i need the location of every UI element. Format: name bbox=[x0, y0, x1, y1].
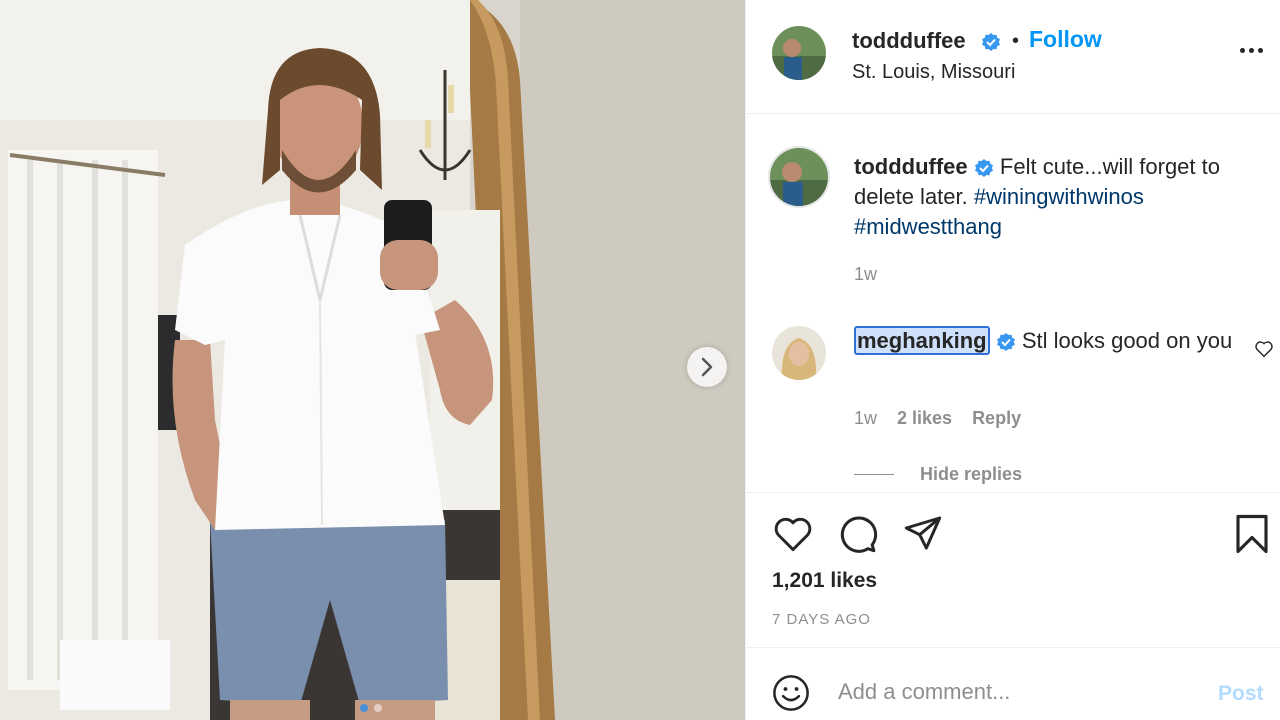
add-comment-bar: Post bbox=[746, 647, 1280, 720]
hashtag-link[interactable]: #midwestthang bbox=[854, 214, 1002, 239]
comment-like-heart-icon[interactable] bbox=[1254, 340, 1274, 358]
emoji-icon[interactable] bbox=[772, 674, 810, 712]
carousel-dots bbox=[360, 704, 382, 712]
post-details-panel: toddduffee • Follow St. Louis, Missouri … bbox=[745, 0, 1280, 720]
next-slide-button[interactable] bbox=[687, 347, 727, 387]
action-bar: 1,201 likes 7 DAYS AGO bbox=[746, 492, 1280, 647]
post-comment-button[interactable]: Post bbox=[1218, 682, 1264, 706]
author-avatar[interactable] bbox=[772, 26, 826, 80]
post-photo[interactable] bbox=[0, 0, 745, 720]
reply-button[interactable]: Reply bbox=[972, 408, 1021, 429]
bookmark-icon[interactable] bbox=[1234, 513, 1270, 555]
verified-badge-icon bbox=[982, 33, 1000, 51]
carousel-dot-active bbox=[360, 704, 368, 712]
post-date[interactable]: 7 DAYS AGO bbox=[772, 611, 871, 628]
mirror-selfie-image bbox=[0, 0, 745, 720]
hashtag-link[interactable]: #winingwithwinos bbox=[974, 184, 1144, 209]
commenter-username[interactable]: meghanking bbox=[854, 326, 990, 355]
post-caption: toddduffee Felt cute...will forget to de… bbox=[854, 152, 1264, 242]
comment-meta: 1w 2 likes Reply bbox=[854, 408, 1021, 429]
comment-text: Stl looks good on you bbox=[1021, 328, 1233, 353]
caption-timestamp[interactable]: 1w bbox=[854, 264, 877, 285]
commenter-avatar[interactable] bbox=[772, 326, 826, 380]
header-separator: • bbox=[1012, 30, 1020, 52]
verified-badge-icon bbox=[996, 333, 1015, 352]
comment-timestamp[interactable]: 1w bbox=[854, 408, 877, 429]
replies-divider bbox=[854, 474, 894, 475]
chevron-right-icon bbox=[701, 357, 713, 377]
hide-replies-button[interactable]: Hide replies bbox=[920, 464, 1022, 485]
post-header: toddduffee • Follow St. Louis, Missouri bbox=[746, 0, 1280, 114]
likes-count[interactable]: 1,201 likes bbox=[772, 569, 877, 593]
verified-badge-icon bbox=[974, 159, 993, 178]
caption-author-avatar[interactable] bbox=[768, 146, 830, 208]
heart-icon[interactable] bbox=[772, 515, 814, 553]
post-location[interactable]: St. Louis, Missouri bbox=[852, 61, 1015, 84]
follow-button[interactable]: Follow bbox=[1029, 26, 1102, 53]
author-username[interactable]: toddduffee bbox=[852, 28, 966, 54]
caption-username[interactable]: toddduffee bbox=[854, 154, 968, 179]
comments-section: toddduffee Felt cute...will forget to de… bbox=[746, 114, 1280, 492]
more-options-icon[interactable] bbox=[1240, 48, 1263, 53]
share-icon[interactable] bbox=[903, 514, 943, 552]
comment-input[interactable] bbox=[838, 676, 1198, 708]
comment-likes[interactable]: 2 likes bbox=[897, 408, 952, 429]
carousel-dot bbox=[374, 704, 382, 712]
comment-icon[interactable] bbox=[838, 514, 878, 554]
comment-body: meghanking Stl looks good on you bbox=[854, 326, 1234, 356]
